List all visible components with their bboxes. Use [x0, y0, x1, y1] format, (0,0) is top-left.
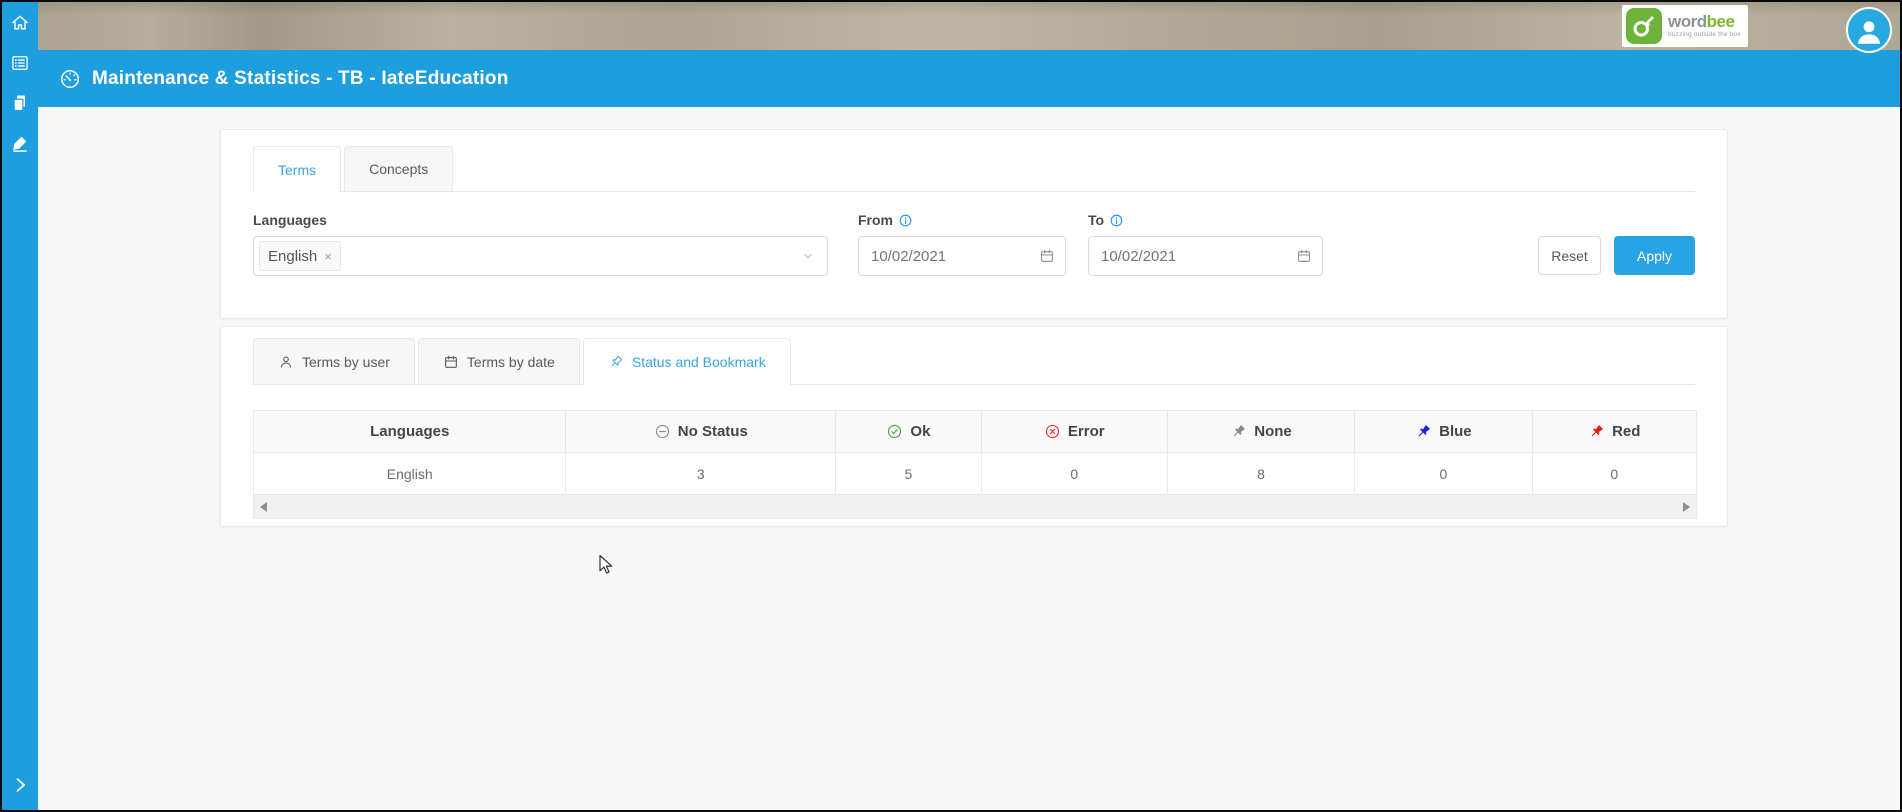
page-title: Maintenance & Statistics - TB - IateEduc…: [92, 68, 509, 90]
reset-button[interactable]: Reset: [1538, 236, 1601, 275]
tab-terms-label: Terms: [278, 162, 316, 178]
pushpin-icon: [1415, 423, 1432, 440]
tag-remove-icon[interactable]: ×: [324, 250, 332, 263]
sidebar: [2, 2, 38, 810]
table-header-row: Languages No Status Ok Error: [254, 411, 1696, 453]
pushpin-icon: [1588, 423, 1605, 440]
cell-ok: 5: [835, 453, 981, 495]
logo-text: wordbee buzzing outside the box: [1668, 13, 1741, 39]
tab-terms-by-user[interactable]: Terms by user: [253, 338, 415, 384]
sidebar-item-edit[interactable]: [9, 132, 31, 154]
user-icon: [278, 354, 294, 370]
info-icon[interactable]: [898, 213, 913, 228]
tab-terms-by-date[interactable]: Terms by date: [418, 338, 580, 384]
sidebar-item-home[interactable]: [9, 12, 31, 34]
status-table: Languages No Status Ok Error: [253, 410, 1697, 519]
person-icon: [1852, 16, 1886, 50]
stats-card: Terms by user Terms by date Status and B…: [220, 326, 1728, 527]
tab-terms-by-user-label: Terms by user: [302, 354, 390, 370]
gauge-icon: [59, 68, 81, 90]
logo-bee: bee: [1707, 12, 1735, 31]
filter-buttons: Reset Apply: [1538, 236, 1695, 276]
content-area: Terms Concepts Languages English ×: [38, 107, 1900, 810]
tab-terms-by-date-label: Terms by date: [467, 354, 555, 370]
logo-word: word: [1668, 12, 1707, 31]
app-window: wordbee buzzing outside the box Maintena…: [0, 0, 1902, 812]
languages-select[interactable]: English ×: [253, 236, 828, 276]
top-banner: wordbee buzzing outside the box: [38, 2, 1900, 50]
language-tag-label: English: [268, 248, 317, 265]
scroll-left-arrow-icon[interactable]: [260, 502, 267, 512]
tab-concepts[interactable]: Concepts: [344, 146, 453, 191]
stats-tabs: Terms by user Terms by date Status and B…: [253, 338, 1695, 385]
close-circle-icon: [1044, 423, 1061, 440]
scroll-right-arrow-icon[interactable]: [1683, 502, 1690, 512]
from-label: From: [858, 212, 893, 228]
chevron-right-icon: [10, 775, 30, 795]
sidebar-item-forms[interactable]: [9, 52, 31, 74]
list-icon: [10, 53, 30, 73]
language-tag: English ×: [259, 241, 341, 271]
from-field-group: From: [858, 212, 1066, 276]
cell-error: 0: [981, 453, 1167, 495]
table-row: English 3 5 0 8 0 0: [254, 453, 1696, 495]
page-header: Maintenance & Statistics - TB - IateEduc…: [2, 50, 1900, 107]
sidebar-expand-button[interactable]: [9, 774, 31, 796]
bee-icon: [1626, 8, 1662, 44]
to-label-row: To: [1088, 212, 1323, 228]
tab-concepts-label: Concepts: [369, 161, 428, 177]
languages-label: Languages: [253, 212, 828, 228]
languages-field-group: Languages English ×: [253, 212, 828, 276]
sidebar-item-documents[interactable]: [9, 92, 31, 114]
documents-icon: [10, 93, 30, 113]
tab-terms[interactable]: Terms: [253, 146, 341, 192]
cell-language: English: [254, 453, 565, 495]
from-label-row: From: [858, 212, 1066, 228]
pushpin-icon: [1230, 423, 1247, 440]
cell-red: 0: [1532, 453, 1696, 495]
tab-status-and-bookmark-label: Status and Bookmark: [632, 354, 766, 370]
col-header-ok: Ok: [835, 411, 981, 453]
from-date-input[interactable]: [858, 236, 1066, 276]
cell-no-status: 3: [565, 453, 835, 495]
user-avatar[interactable]: [1846, 7, 1892, 53]
minus-circle-icon: [654, 423, 671, 440]
col-header-error: Error: [981, 411, 1167, 453]
wordbee-logo[interactable]: wordbee buzzing outside the box: [1622, 5, 1748, 47]
pushpin-icon: [608, 354, 624, 370]
col-header-languages: Languages: [254, 411, 565, 453]
check-circle-icon: [886, 423, 903, 440]
col-header-blue: Blue: [1354, 411, 1531, 453]
tab-status-and-bookmark[interactable]: Status and Bookmark: [583, 338, 791, 385]
home-icon: [10, 13, 30, 33]
col-header-no-status: No Status: [565, 411, 835, 453]
to-label: To: [1088, 212, 1104, 228]
to-date-input[interactable]: [1088, 236, 1323, 276]
main-tabs: Terms Concepts: [253, 146, 1695, 192]
filters-card: Terms Concepts Languages English ×: [220, 129, 1728, 319]
col-header-none: None: [1167, 411, 1354, 453]
apply-button[interactable]: Apply: [1614, 236, 1695, 275]
cell-none: 8: [1167, 453, 1354, 495]
info-icon[interactable]: [1109, 213, 1124, 228]
chevron-down-icon: [801, 249, 815, 263]
filter-row: Languages English × From: [253, 212, 1695, 276]
horizontal-scrollbar[interactable]: [254, 495, 1696, 518]
logo-tagline: buzzing outside the box: [1668, 32, 1741, 39]
to-field-group: To: [1088, 212, 1323, 276]
col-header-red: Red: [1532, 411, 1696, 453]
calendar-icon: [443, 354, 459, 370]
cell-blue: 0: [1354, 453, 1531, 495]
pen-icon: [10, 133, 30, 153]
